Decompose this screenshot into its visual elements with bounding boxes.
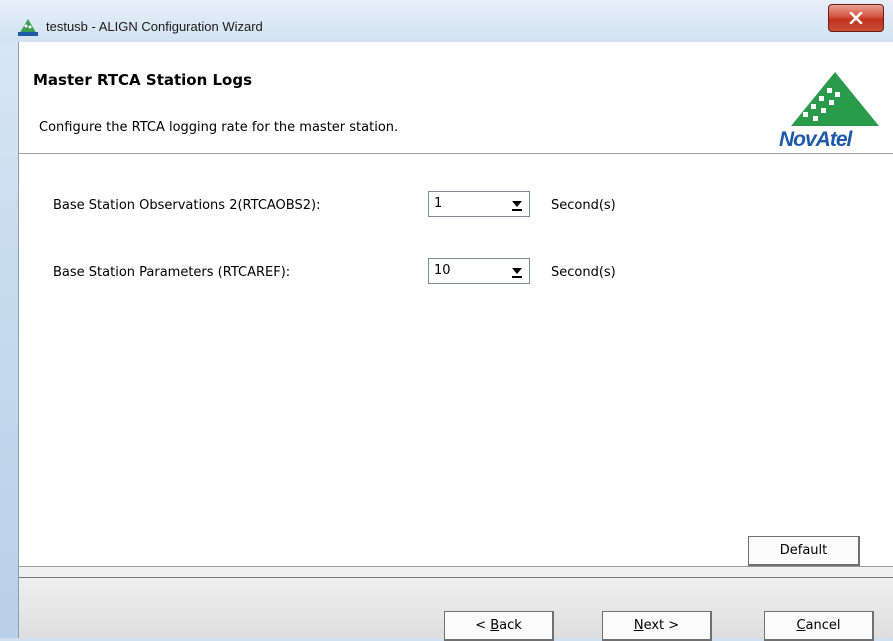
- rtcaref-select[interactable]: 10: [428, 258, 530, 284]
- back-button[interactable]: < Back: [444, 611, 554, 641]
- default-button[interactable]: Default: [748, 536, 860, 566]
- chevron-down-icon: [512, 268, 522, 274]
- next-button[interactable]: Next >: [602, 611, 712, 641]
- title-bar[interactable]: testusb - ALIGN Configuration Wizard: [0, 0, 893, 42]
- close-button[interactable]: [828, 4, 884, 32]
- window-title: testusb - ALIGN Configuration Wizard: [46, 19, 263, 34]
- chevron-down-icon: [512, 201, 522, 207]
- rtcaobs2-unit: Second(s): [551, 198, 616, 213]
- wizard-window: testusb - ALIGN Configuration Wizard Mas…: [0, 0, 893, 641]
- page-description: Configure the RTCA logging rate for the …: [39, 120, 399, 135]
- cancel-button[interactable]: Cancel: [764, 611, 874, 641]
- rtcaref-unit: Second(s): [551, 265, 616, 280]
- wizard-header: Master RTCA Station Logs Configure the R…: [19, 42, 893, 154]
- rtcaref-label: Base Station Parameters (RTCAREF):: [53, 265, 291, 280]
- rtcaobs2-label: Base Station Observations 2(RTCAOBS2):: [53, 198, 321, 213]
- rtcaobs2-select[interactable]: 1: [428, 191, 530, 217]
- close-icon: [849, 12, 863, 24]
- app-icon: [18, 19, 38, 36]
- page-title: Master RTCA Station Logs: [33, 71, 253, 89]
- wizard-footer: < Back Next > Cancel: [19, 566, 893, 641]
- rtcaobs2-value: 1: [434, 196, 443, 211]
- rtcaref-value: 10: [434, 263, 451, 278]
- logo-text: NovAtel: [779, 128, 852, 151]
- wizard-client-area: Master RTCA Station Logs Configure the R…: [18, 42, 893, 641]
